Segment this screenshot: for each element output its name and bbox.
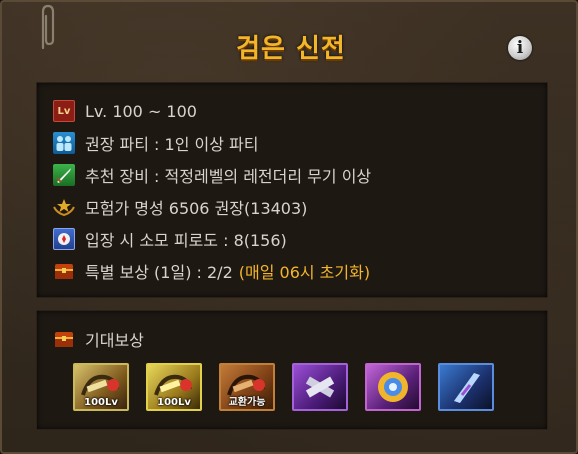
level-icon: Lv <box>53 100 75 122</box>
info-icon[interactable]: i <box>508 36 532 60</box>
party-icon <box>53 132 75 154</box>
detail-text: Lv. 100 ~ 100 <box>85 101 197 121</box>
reset-time-note: (매일 06시 초기화) <box>238 263 371 282</box>
item-tag: 100Lv <box>157 397 191 408</box>
reward-item-2[interactable]: 100Lv <box>146 363 202 411</box>
reward-chest-icon <box>53 328 75 350</box>
detail-text: 모험가 명성 6506 권장(13403) <box>85 199 308 218</box>
equipment-icon <box>53 164 75 186</box>
detail-text: 입장 시 소모 피로도 : 8(156) <box>85 231 287 250</box>
reward-chest-icon <box>53 260 75 282</box>
expected-rewards-box: 기대보상 100Lv 100Lv 교환가능 <box>36 310 548 430</box>
detail-row-level: Lv Lv. 100 ~ 100 <box>53 99 197 123</box>
adventurer-fame-icon <box>53 196 75 218</box>
dungeon-details-box: Lv Lv. 100 ~ 100 권장 파티 : 1인 이상 파티 추천 장비 … <box>36 82 548 298</box>
expected-rewards-label: 기대보상 <box>85 331 144 350</box>
reward-item-1[interactable]: 100Lv <box>73 363 129 411</box>
reward-item-6[interactable] <box>438 363 494 411</box>
expected-rewards-header: 기대보상 <box>53 327 144 351</box>
reward-item-5[interactable] <box>365 363 421 411</box>
detail-text: 추천 장비 : 적정레벨의 레전더리 무기 이상 <box>85 167 372 186</box>
reward-item-3[interactable]: 교환가능 <box>219 363 275 411</box>
item-tag: 교환가능 <box>228 397 266 408</box>
item-tag: 100Lv <box>84 397 118 408</box>
detail-row-equipment: 추천 장비 : 적정레벨의 레전더리 무기 이상 <box>53 163 371 187</box>
detail-text: 특별 보상 (1일) : 2/2 <box>85 263 233 282</box>
detail-row-fame: 모험가 명성 6506 권장(13403) <box>53 195 307 219</box>
detail-row-party: 권장 파티 : 1인 이상 파티 <box>53 131 258 155</box>
fatigue-icon <box>53 228 75 250</box>
dialog-title: 검은 신전 <box>236 34 346 64</box>
reward-item-list: 100Lv 100Lv 교환가능 <box>73 363 494 411</box>
detail-text: 권장 파티 : 1인 이상 파티 <box>85 135 259 154</box>
dungeon-info-panel: 검은 신전 i Lv Lv. 100 ~ 100 권장 파티 : 1인 이상 파… <box>0 0 578 454</box>
reward-item-4[interactable] <box>292 363 348 411</box>
detail-row-special-reward: 특별 보상 (1일) : 2/2 (매일 06시 초기화) <box>53 259 370 283</box>
detail-row-fatigue: 입장 시 소모 피로도 : 8(156) <box>53 227 287 251</box>
